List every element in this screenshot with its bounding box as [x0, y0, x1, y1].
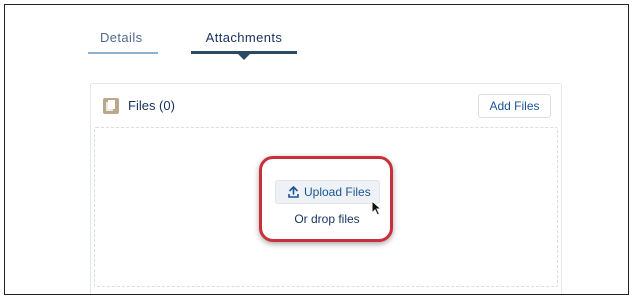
active-tab-caret-icon — [238, 54, 250, 60]
screenshot-frame: Details Attachments Files (0) Add Files — [4, 4, 629, 295]
card-title: Files (0) — [128, 98, 175, 113]
tab-details-underline — [88, 52, 158, 54]
add-files-button[interactable]: Add Files — [478, 94, 551, 118]
drop-files-hint: Or drop files — [294, 212, 360, 226]
card-header: Files (0) Add Files — [91, 84, 561, 128]
upload-files-label: Upload Files — [304, 185, 371, 199]
tab-details[interactable]: Details — [88, 27, 158, 57]
upload-files-button[interactable]: Upload Files — [275, 180, 380, 204]
tab-details-label: Details — [100, 30, 143, 45]
files-card: Files (0) Add Files Upload Files Or drop… — [90, 83, 562, 294]
tab-attachments-label: Attachments — [205, 30, 283, 45]
mouse-pointer-icon — [371, 200, 383, 216]
file-icon — [103, 98, 119, 114]
upload-icon — [288, 186, 299, 198]
tab-attachments[interactable]: Attachments — [191, 27, 297, 60]
